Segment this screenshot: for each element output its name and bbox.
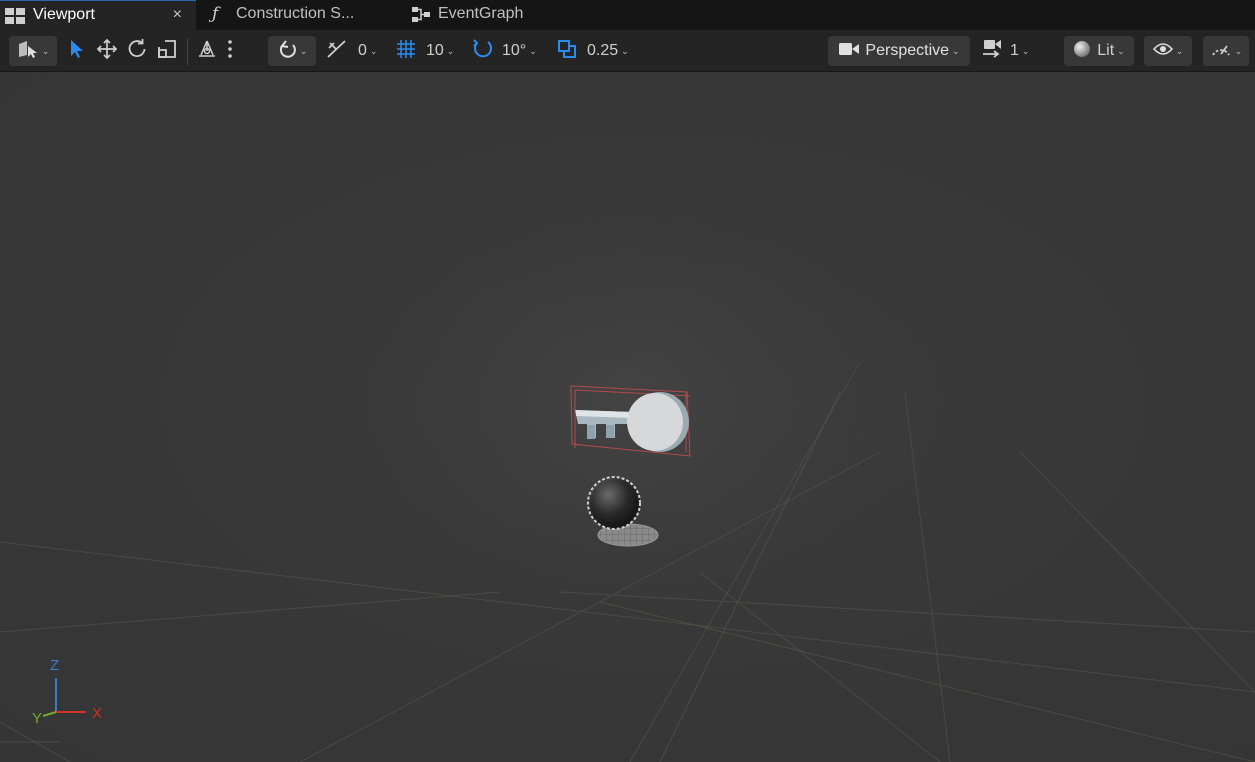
viewport-layout-value: 1 — [1010, 42, 1019, 59]
rotate-icon — [127, 38, 147, 64]
grid-snap-icon — [396, 39, 416, 64]
select-arrow-icon — [69, 39, 85, 64]
ambient-glow — [350, 162, 910, 642]
chevron-down-icon: ⌄ — [529, 45, 537, 56]
scale-icon — [158, 39, 176, 63]
chevron-down-icon: ⌄ — [299, 45, 308, 56]
lighting-mode-dropdown[interactable]: Lit ⌄ — [1064, 36, 1134, 66]
graph-icon — [412, 6, 430, 24]
tab-viewport[interactable]: Viewport × — [0, 0, 196, 30]
axis-label-y: Y — [32, 710, 43, 727]
chevron-down-icon: ⌄ — [1021, 45, 1030, 56]
viewport-layout-dropdown[interactable]: 1 ⌄ — [982, 39, 1034, 63]
surface-snap-button[interactable] — [195, 39, 219, 63]
rotation-snap-dropdown[interactable]: 10° ⌄ — [472, 38, 544, 65]
scene-render — [0, 162, 1255, 762]
chevron-down-icon: ⌄ — [446, 45, 455, 56]
camera-icon — [838, 41, 860, 62]
surface-snap-icon — [197, 39, 217, 64]
viewport-canvas[interactable]: Z X Y — [0, 72, 1255, 762]
tab-construction-label: Construction S... — [236, 5, 355, 22]
move-icon — [96, 38, 118, 64]
tab-bar: Viewport × ƒ Construction S... EventGrap… — [0, 0, 1255, 30]
view-mode-dropdown[interactable]: Perspective ⌄ — [828, 36, 970, 66]
rotation-snap-value: 10° — [502, 42, 527, 59]
performance-gauge-icon — [1210, 40, 1232, 63]
toolbar-separator — [187, 38, 188, 66]
tab-eventgraph-label: EventGraph — [438, 5, 524, 22]
scale-tool-button[interactable] — [155, 39, 179, 63]
select-mode-dropdown[interactable]: ⌄ — [9, 36, 57, 66]
surface-snapping-icon — [326, 39, 348, 64]
surface-offset-dropdown[interactable]: 0 ⌄ — [326, 39, 382, 63]
lit-sphere-icon — [1073, 40, 1091, 63]
select-mode-icon — [17, 40, 39, 63]
more-options-button[interactable] — [222, 39, 238, 63]
lighting-mode-label: Lit — [1097, 42, 1115, 59]
scale-snap-dropdown[interactable]: 0.25 ⌄ — [556, 39, 638, 63]
scale-snap-icon — [556, 38, 578, 65]
kebab-menu-icon — [228, 39, 232, 63]
surface-offset-value: 0 — [358, 42, 367, 59]
camera-speed-icon — [982, 39, 1004, 64]
chevron-down-icon: ⌄ — [1117, 45, 1125, 56]
grid-snap-value: 10 — [426, 42, 444, 59]
move-tool-button[interactable] — [95, 38, 119, 64]
close-icon[interactable]: × — [173, 6, 182, 24]
performance-dropdown[interactable]: ⌄ — [1203, 36, 1249, 66]
view-mode-label: Perspective — [865, 42, 950, 59]
axis-label-x: X — [92, 705, 103, 722]
eye-icon — [1152, 42, 1173, 61]
viewport-toolbar: ⌄ ⌄ 0 ⌄ 10 ⌄ 10° ⌄ 0.25 ⌄ Perspective ⌄ … — [0, 30, 1255, 72]
chevron-down-icon: ⌄ — [41, 45, 50, 56]
grid-snap-dropdown[interactable]: 10 ⌄ — [396, 39, 458, 63]
rotate-tool-button[interactable] — [125, 38, 149, 64]
chevron-down-icon: ⌄ — [1175, 45, 1184, 56]
function-icon: ƒ — [212, 4, 219, 24]
chevron-down-icon: ⌄ — [621, 45, 629, 56]
tab-viewport-label: Viewport — [33, 6, 95, 23]
axis-label-z: Z — [50, 657, 60, 674]
show-flags-dropdown[interactable]: ⌄ — [1144, 36, 1192, 66]
snap-toggle-icon — [277, 39, 297, 64]
snap-toggle-dropdown[interactable]: ⌄ — [268, 36, 316, 66]
chevron-down-icon: ⌄ — [952, 45, 960, 56]
select-tool-button[interactable] — [66, 39, 88, 63]
scale-snap-value: 0.25 — [587, 42, 619, 59]
rotation-snap-icon — [472, 38, 494, 65]
chevron-down-icon: ⌄ — [1234, 45, 1243, 56]
chevron-down-icon: ⌄ — [369, 45, 378, 56]
tab-eventgraph[interactable]: EventGraph — [404, 0, 554, 30]
viewport-layout-icon — [5, 8, 25, 24]
axis-gizmo — [42, 678, 86, 717]
tab-construction-script[interactable]: ƒ Construction S... — [204, 0, 394, 30]
